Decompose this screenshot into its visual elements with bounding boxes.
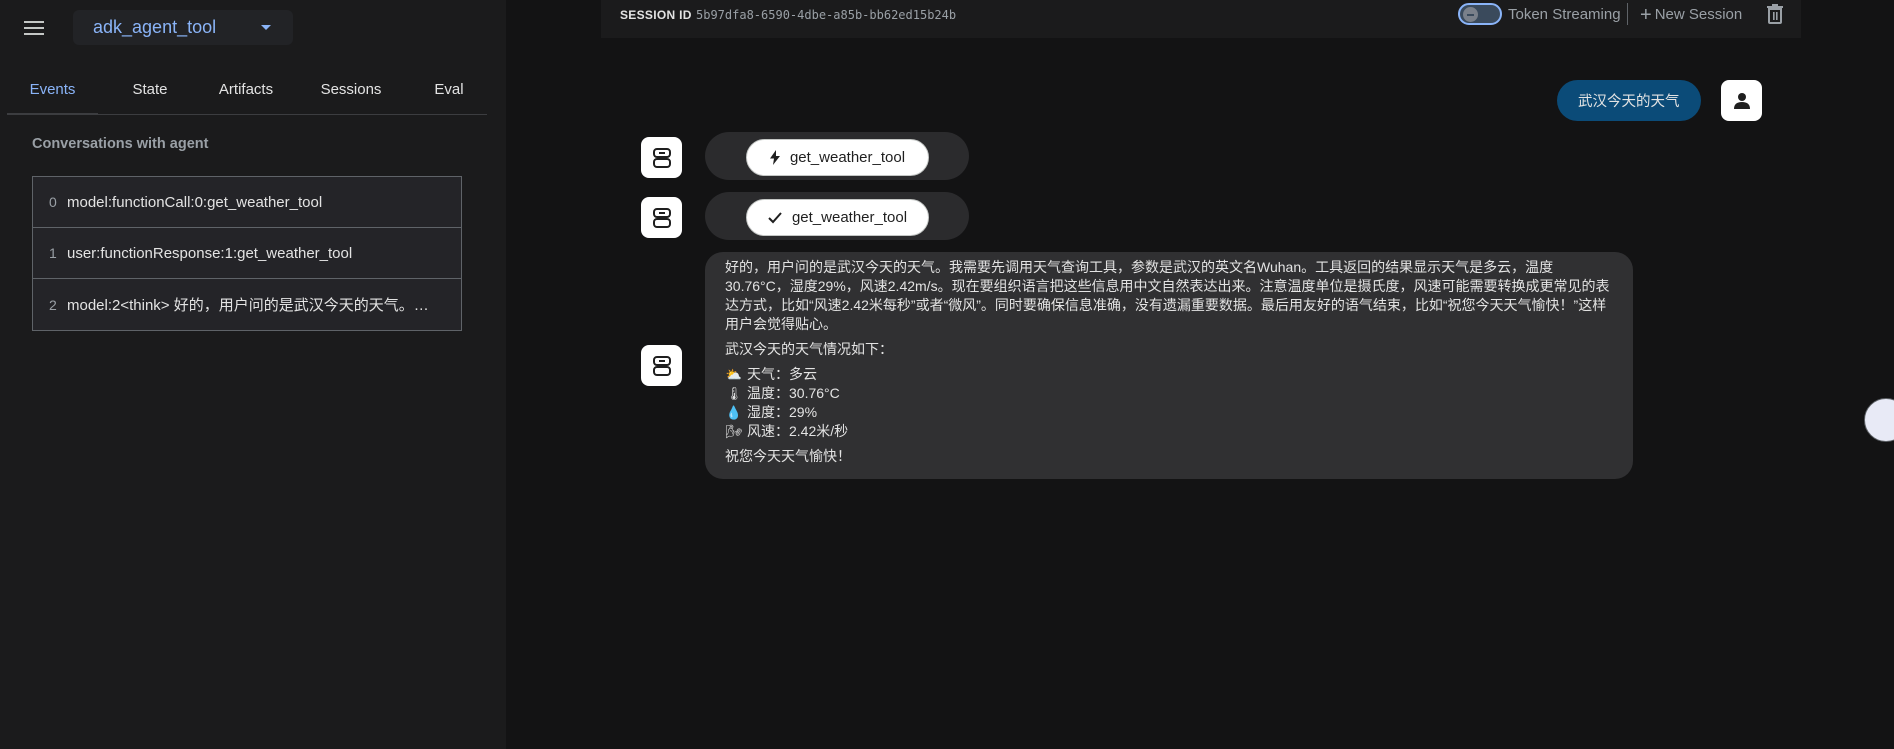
app-root: adk_agent_tool Events State Artifacts Se… [0,0,1894,749]
event-index: 2 [49,296,57,313]
user-message-text: 武汉今天的天气 [1578,94,1680,110]
tab-events[interactable]: Events [7,74,98,115]
sidebar: adk_agent_tool Events State Artifacts Se… [0,0,506,749]
function-response-name: get_weather_tool [791,209,908,226]
think-text: 好的，用户问的是武汉今天的天气。我需要先调用天气查询工具，参数是武汉的英文名Wu… [725,259,1610,332]
tab-state[interactable]: State [115,74,185,115]
weather-item: 🌬 风速：2.42米/秒 [725,422,1613,441]
event-row[interactable]: 1 user:functionResponse:1:get_weather_to… [33,228,461,279]
robot-icon [652,207,671,228]
new-session-label: New Session [1654,6,1743,23]
check-icon [768,211,782,223]
assistant-fab[interactable] [1864,398,1894,442]
tool-call-row: get_weather_tool [705,132,969,180]
event-list: 0 model:functionCall:0:get_weather_tool … [32,176,462,331]
tool-response-row: get_weather_tool [705,192,969,240]
reply-intro: 武汉今天的天气情况如下： [725,341,893,357]
session-id-label: SESSION ID [620,8,692,22]
event-text: model:2<think> 好的，用户问的是武汉今天的天气。我... [67,297,437,314]
bot-avatar [641,137,682,178]
section-title: Conversations with agent [32,136,209,152]
function-call-name: get_weather_tool [789,149,906,166]
tab-artifacts[interactable]: Artifacts [203,74,289,115]
event-text: model:functionCall:0:get_weather_tool [67,193,323,211]
app-selector-value: adk_agent_tool [93,17,217,37]
event-index: 1 [49,245,57,261]
tab-sessions[interactable]: Sessions [309,74,393,115]
weather-item: 🌡 温度：30.76°C [725,384,1613,403]
user-avatar [1721,80,1762,121]
function-response-chip[interactable]: get_weather_tool [746,199,929,236]
bot-message: 好的，用户问的是武汉今天的天气。我需要先调用天气查询工具，参数是武汉的英文名Wu… [705,252,1633,479]
session-bar: SESSION ID 5b97dfa8-6590-4dbe-a85b-bb62e… [601,0,1801,38]
trash-icon[interactable] [1766,4,1784,24]
app-selector[interactable]: adk_agent_tool [73,10,293,45]
toggle-knob [1463,7,1478,22]
new-session-button[interactable]: + New Session [1640,4,1742,27]
thermometer-icon: 🌡 [725,386,743,401]
robot-icon [652,147,671,168]
weather-item: 💧 湿度：29% [725,403,1613,422]
tab-eval[interactable]: Eval [419,74,479,115]
weather-item-text: 湿度：29% [747,404,818,420]
weather-item-text: 温度：30.76°C [747,385,840,401]
event-row[interactable]: 2 model:2<think> 好的，用户问的是武汉今天的天气。我... [33,279,461,330]
wind-icon: 🌬 [725,424,743,439]
robot-icon [652,355,671,376]
sidebar-tabs: Events State Artifacts Sessions Eval [7,74,487,115]
reply-closing: 祝您今天天气愉快！ [725,448,851,464]
weather-item: ⛅ 天气：多云 [725,365,1613,384]
event-text: user:functionResponse:1:get_weather_tool [67,244,353,262]
bot-avatar [641,197,682,238]
weather-item-text: 天气：多云 [747,366,817,382]
plus-icon: + [1640,4,1652,26]
toolbar-divider [1627,3,1628,25]
droplet-icon: 💧 [725,405,743,420]
token-streaming-label: Token Streaming [1508,6,1621,23]
cloud-sun-icon: ⛅ [725,367,743,382]
menu-icon[interactable] [24,17,46,39]
caret-down-icon [261,25,271,30]
bot-avatar [641,345,682,386]
person-icon [1733,92,1750,109]
session-id-value: 5b97dfa8-6590-4dbe-a85b-bb62ed15b24b [696,8,957,22]
event-index: 0 [49,194,57,210]
bolt-icon [769,150,780,165]
event-row[interactable]: 0 model:functionCall:0:get_weather_tool [33,177,461,228]
user-message: 武汉今天的天气 [1557,80,1701,121]
weather-item-text: 风速：2.42米/秒 [747,423,849,439]
token-streaming-toggle[interactable] [1458,3,1502,25]
function-call-chip[interactable]: get_weather_tool [746,139,929,176]
